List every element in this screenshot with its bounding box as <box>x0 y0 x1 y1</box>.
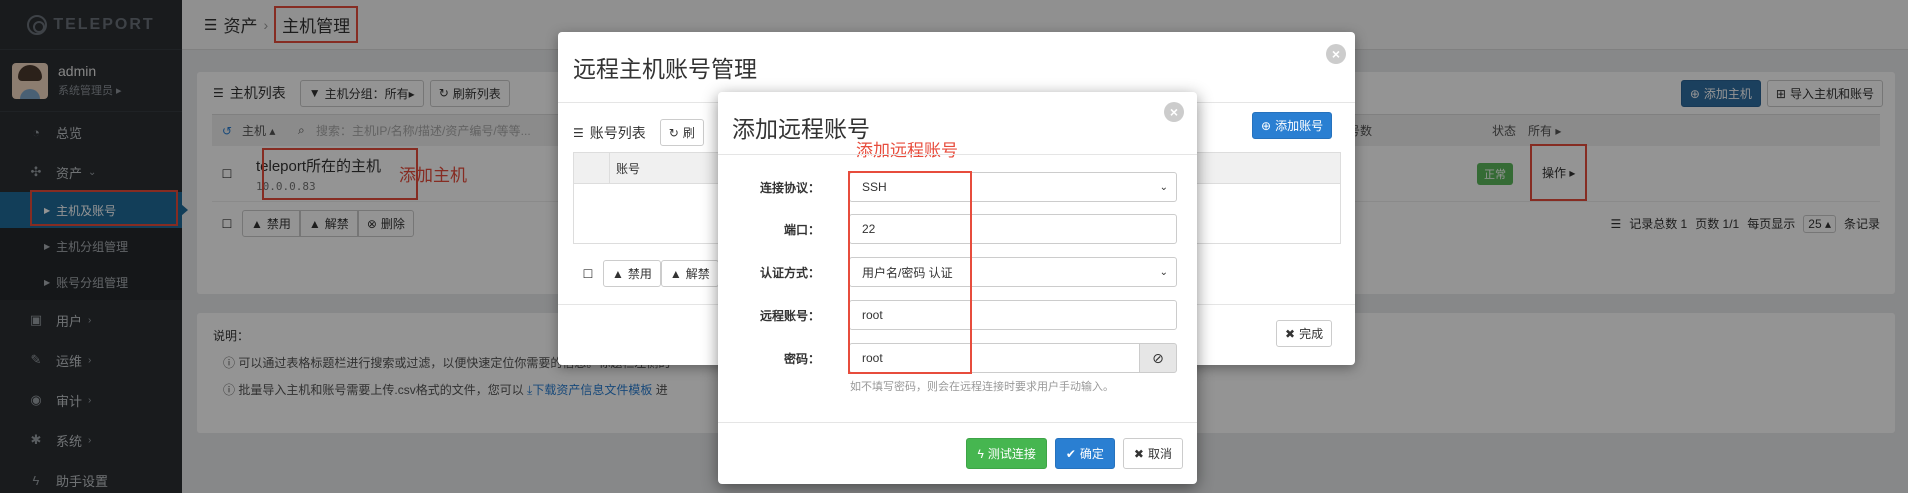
account-list-title: 账号列表 <box>589 124 646 141</box>
password-label: 密码： <box>783 351 820 366</box>
protocol-select[interactable]: SSH ⌄ <box>849 172 1177 202</box>
lock-icon: ▲ <box>612 266 624 281</box>
list-icon: ☰ <box>573 125 584 140</box>
confirm-label: 确定 <box>1079 447 1104 461</box>
eye-slash-icon[interactable]: ⊘ <box>1139 343 1177 373</box>
done-label: 完成 <box>1299 327 1324 341</box>
add-account-annotation: 添加远程账号 <box>856 141 958 160</box>
confirm-button[interactable]: ✔ 确定 <box>1054 438 1115 469</box>
refresh-icon: ↻ <box>668 125 679 140</box>
password-hint: 如不填写密码，则会在远程连接时要求用户手动输入。 <box>850 381 1114 393</box>
close-icon[interactable]: × <box>1326 44 1346 64</box>
account-label: 远程账号： <box>759 308 820 323</box>
cancel-button[interactable]: ✖ 取消 <box>1122 438 1183 469</box>
modal-title: 远程主机账号管理 <box>573 56 757 82</box>
test-connection-button[interactable]: ϟ 测试连接 <box>966 438 1047 469</box>
remote-account-input[interactable]: root <box>849 300 1177 330</box>
add-account-modal: 添加远程账号 × 添加远程账号 连接协议： SSH ⌄ 端口： 22 认证方式：… <box>718 92 1197 484</box>
disable-label: 禁用 <box>627 267 652 281</box>
unlock-label: 解禁 <box>685 267 710 281</box>
account-row: 远程账号： root <box>718 300 1197 330</box>
protocol-value: SSH <box>862 180 887 194</box>
done-button[interactable]: ✖ 完成 <box>1276 320 1333 347</box>
close-icon[interactable]: × <box>1164 102 1184 122</box>
test-connection-label: 测试连接 <box>987 447 1036 461</box>
add-account-button[interactable]: ⊕ 添加账号 <box>1252 112 1333 139</box>
modal-title: 添加远程账号 <box>732 116 870 142</box>
close-icon: ✖ <box>1285 326 1296 341</box>
select-all-checkbox[interactable]: ☐ <box>573 267 603 281</box>
disable-button[interactable]: ▲ 禁用 <box>603 260 661 287</box>
refresh-accounts-button[interactable]: ↻ 刷 <box>659 119 704 146</box>
password-input[interactable]: root <box>849 343 1141 373</box>
auth-value: 用户名/密码 认证 <box>862 265 953 280</box>
unlock-button[interactable]: ▲ 解禁 <box>660 260 719 287</box>
check-icon: ✔ <box>1065 446 1076 461</box>
add-account-label: 添加账号 <box>1275 119 1324 133</box>
plus-circle-icon: ⊕ <box>1261 118 1272 133</box>
auth-select[interactable]: 用户名/密码 认证 ⌄ <box>849 257 1177 287</box>
auth-row: 认证方式： 用户名/密码 认证 ⌄ <box>718 257 1197 287</box>
bolt-icon: ϟ <box>977 446 984 461</box>
close-icon: ✖ <box>1133 446 1144 461</box>
cancel-label: 取消 <box>1147 447 1172 461</box>
unlock-icon: ▲ <box>669 266 682 281</box>
protocol-label: 连接协议： <box>759 180 820 195</box>
port-label: 端口： <box>783 222 820 237</box>
chevron-down-icon: ⌄ <box>1159 266 1168 278</box>
refresh-label: 刷 <box>682 126 695 140</box>
header-checkbox-cell <box>574 153 610 183</box>
protocol-row: 连接协议： SSH ⌄ <box>718 172 1197 202</box>
col-account: 账号 <box>616 161 641 176</box>
auth-label: 认证方式： <box>759 265 820 280</box>
password-row: 密码： root ⊘ <box>718 343 1197 373</box>
port-input[interactable]: 22 <box>849 214 1177 244</box>
port-row: 端口： 22 <box>718 214 1197 244</box>
chevron-down-icon: ⌄ <box>1159 181 1168 193</box>
